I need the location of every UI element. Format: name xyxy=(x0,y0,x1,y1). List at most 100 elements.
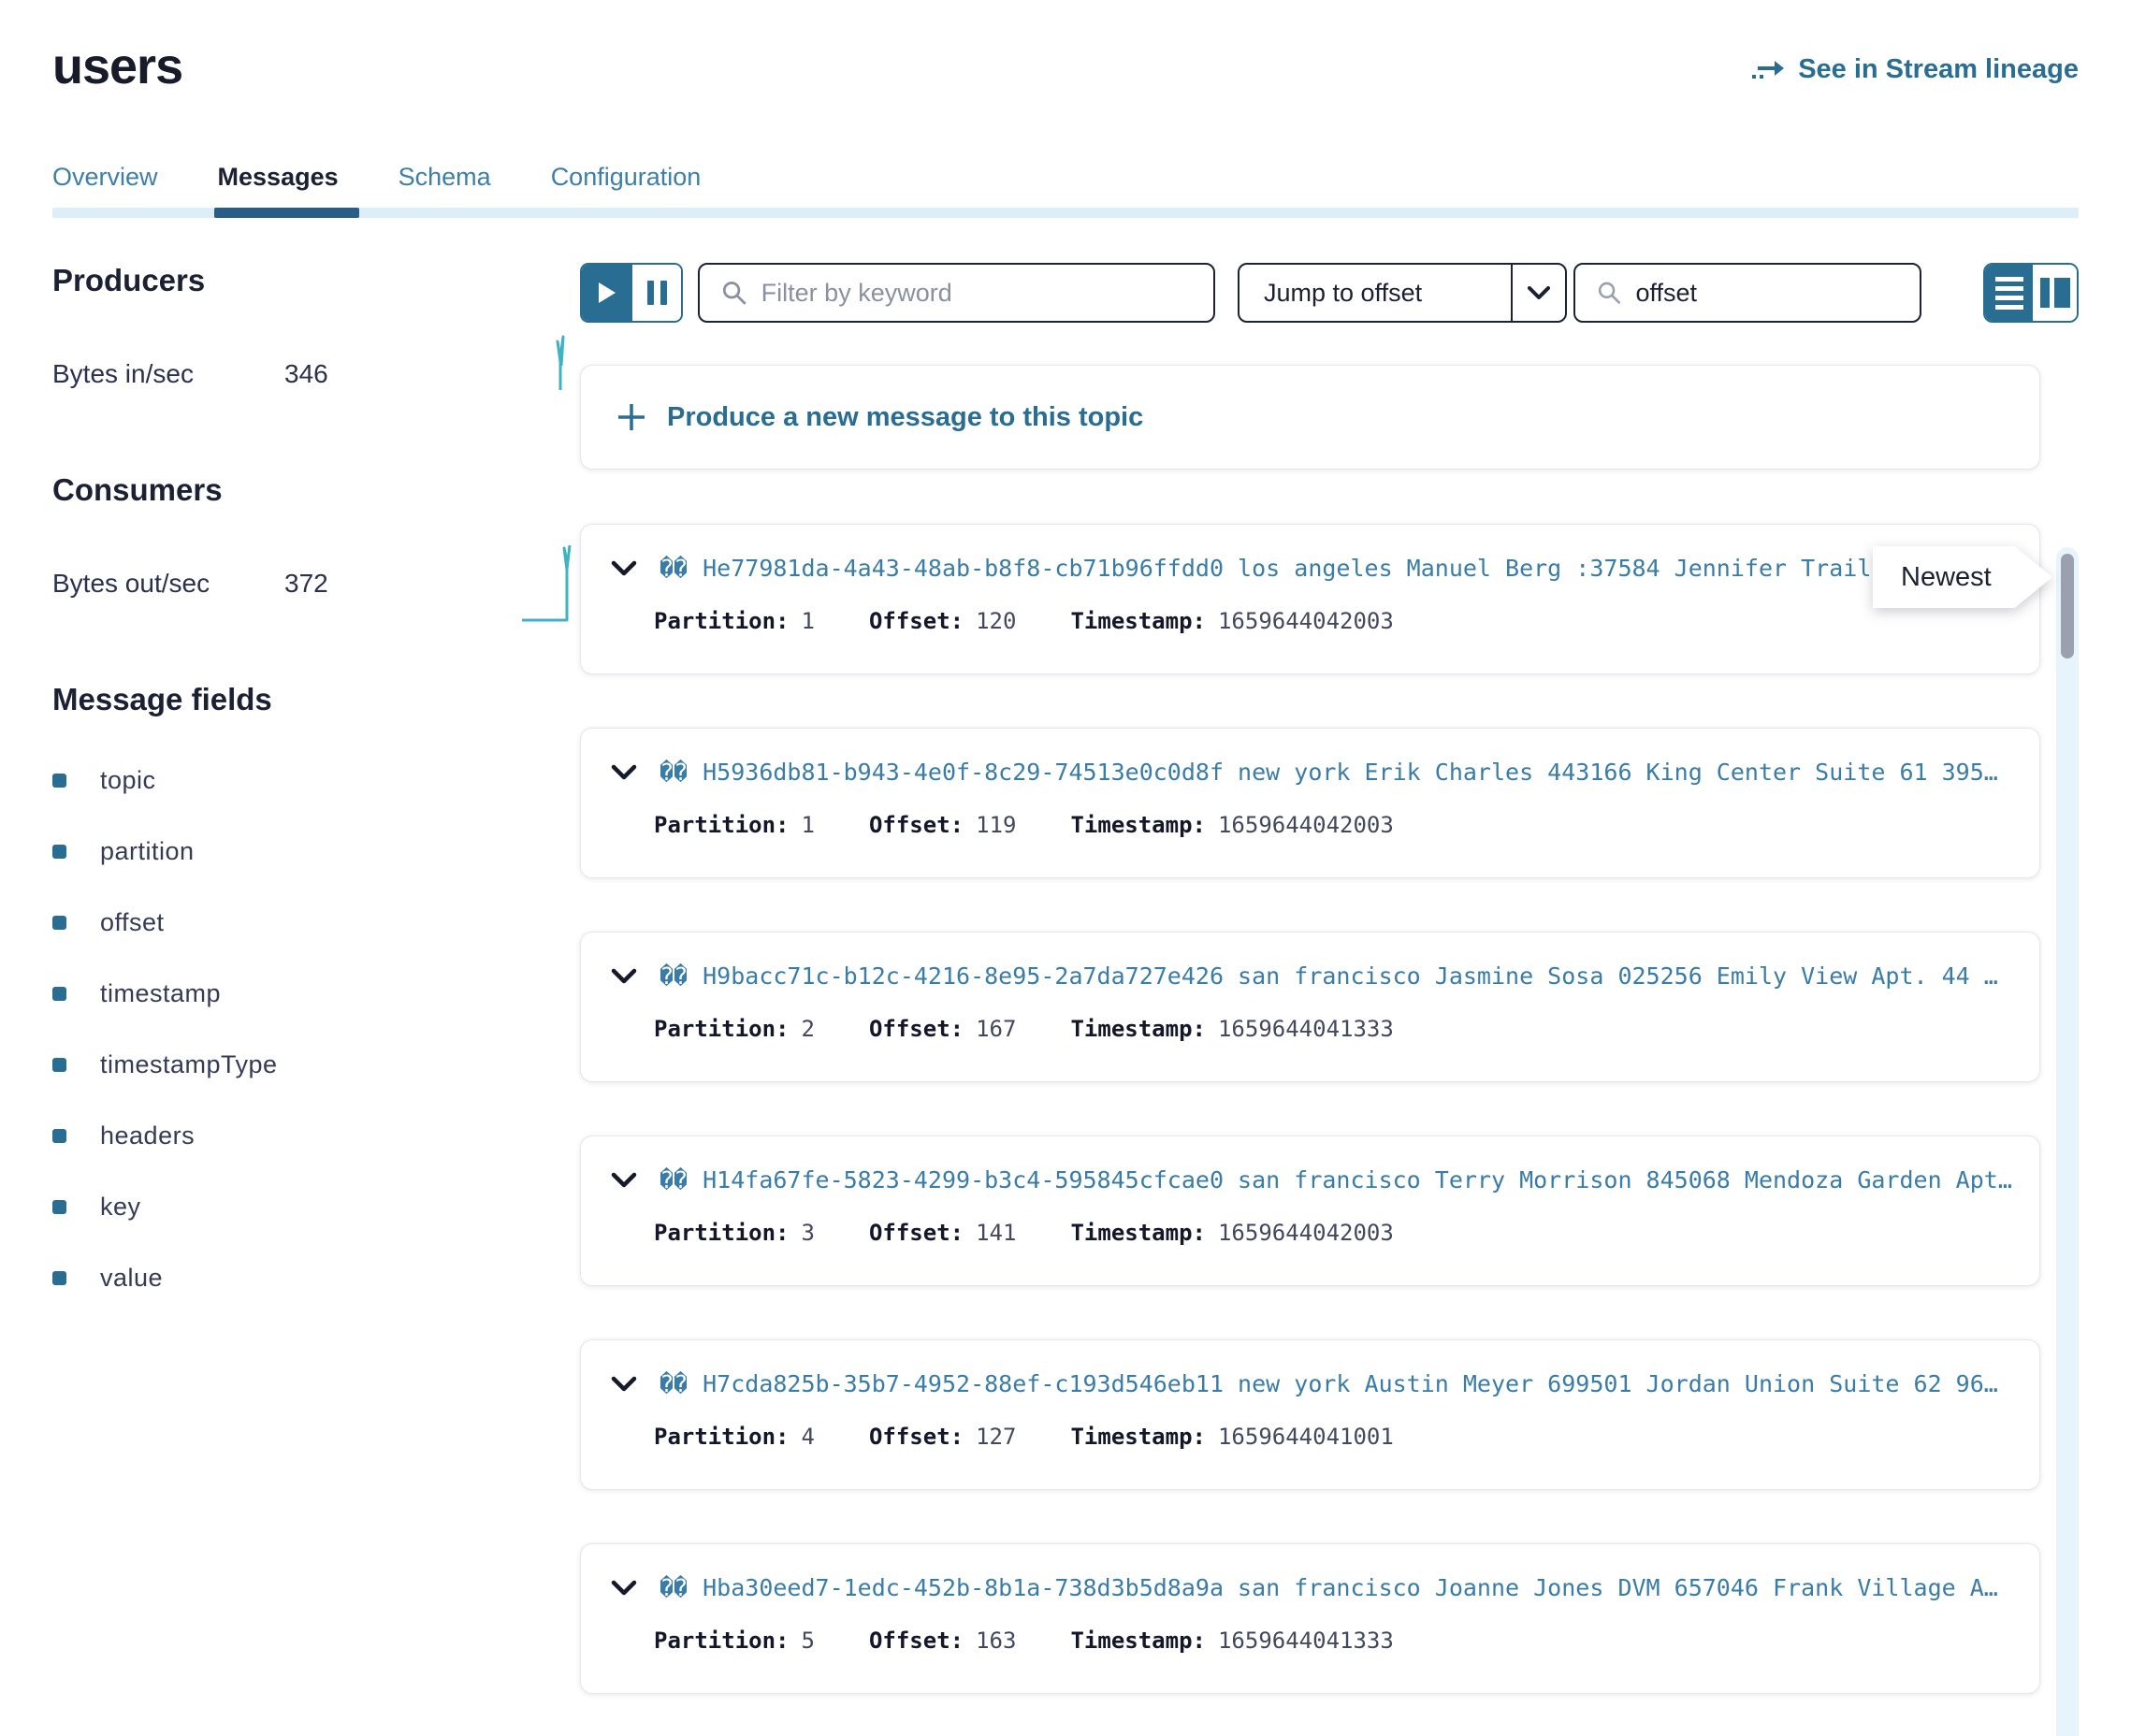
timestamp-label: Timestamp: xyxy=(1070,812,1206,838)
keyword-filter-input[interactable] xyxy=(761,279,1191,308)
message-row[interactable]: �� H14fa67fe-5823-4299-b3c4-595845cfcae0… xyxy=(580,1136,2040,1286)
tab-configuration-label: Configuration xyxy=(551,163,702,191)
play-button[interactable] xyxy=(582,265,632,321)
offset-value: 141 xyxy=(976,1220,1016,1246)
partition-label: Partition: xyxy=(654,1424,790,1450)
split-view-button[interactable] xyxy=(2033,265,2077,321)
timestamp-label: Timestamp: xyxy=(1070,1424,1206,1450)
consumers-heading: Consumers xyxy=(52,472,580,508)
split-view-icon xyxy=(2040,278,2050,308)
message-row[interactable]: �� He77981da-4a43-48ab-b8f8-cb71b96ffdd0… xyxy=(580,524,2040,674)
partition-label: Partition: xyxy=(654,608,790,634)
partition-value: 4 xyxy=(802,1424,815,1450)
messages-toolbar: Jump to offset xyxy=(580,263,2079,323)
unknown-glyph: �� xyxy=(660,962,688,990)
field-bullet-icon xyxy=(52,845,66,859)
partition-label: Partition: xyxy=(654,1220,790,1246)
field-item-topic[interactable]: topic xyxy=(52,766,580,795)
chevron-down-icon[interactable] xyxy=(611,968,637,985)
sidebar: Producers Bytes in/sec 346 Consumers Byt… xyxy=(52,263,580,1694)
message-key-row: �� H7cda825b-35b7-4952-88ef-c193d546eb11… xyxy=(611,1370,2011,1397)
offset-search xyxy=(1573,263,1921,323)
timestamp-label: Timestamp: xyxy=(1070,608,1206,634)
message-fields-heading: Message fields xyxy=(52,682,580,717)
bytes-out-row: Bytes out/sec 372 xyxy=(52,543,580,624)
unknown-glyph: �� xyxy=(660,1166,688,1194)
topic-page: users See in Stream lineage Overview Mes… xyxy=(0,0,2131,1694)
field-label: timestampType xyxy=(100,1050,278,1079)
message-key-row: �� He77981da-4a43-48ab-b8f8-cb71b96ffdd0… xyxy=(611,555,2011,582)
message-key-row: �� H14fa67fe-5823-4299-b3c4-595845cfcae0… xyxy=(611,1166,2011,1194)
field-bullet-icon xyxy=(52,1200,66,1214)
message-row[interactable]: �� Hba30eed7-1edc-452b-8b1a-738d3b5d8a9a… xyxy=(580,1543,2040,1694)
message-key: H5936db81-b943-4e0f-8c29-74513e0c0d8f ne… xyxy=(703,759,1998,786)
tab-messages[interactable]: Messages xyxy=(218,163,339,218)
message-fields-list: topic partition offset timestamp timesta… xyxy=(52,766,580,1293)
select-chevron-area[interactable] xyxy=(1511,265,1565,321)
partition-value: 1 xyxy=(802,812,815,838)
field-item-partition[interactable]: partition xyxy=(52,837,580,866)
pause-icon xyxy=(647,281,654,305)
offset-label: Offset: xyxy=(869,1628,964,1654)
producers-heading: Producers xyxy=(52,263,580,298)
offset-value: 119 xyxy=(976,812,1016,838)
partition-value: 1 xyxy=(802,608,815,634)
bytes-in-row: Bytes in/sec 346 xyxy=(52,334,580,414)
timestamp-label: Timestamp: xyxy=(1070,1016,1206,1042)
chevron-down-icon[interactable] xyxy=(611,764,637,781)
chevron-down-icon[interactable] xyxy=(611,560,637,577)
newest-tooltip-label: Newest xyxy=(1901,562,1992,593)
stream-lineage-label: See in Stream lineage xyxy=(1798,54,2079,85)
unknown-glyph: �� xyxy=(660,1370,688,1397)
chevron-down-icon[interactable] xyxy=(611,1172,637,1189)
scrollbar-thumb[interactable] xyxy=(2061,554,2074,658)
message-row[interactable]: �� H7cda825b-35b7-4952-88ef-c193d546eb11… xyxy=(580,1339,2040,1490)
field-item-headers[interactable]: headers xyxy=(52,1121,580,1150)
tab-overview-label: Overview xyxy=(52,163,158,191)
field-item-timestamp[interactable]: timestamp xyxy=(52,979,580,1008)
jump-to-offset-select[interactable]: Jump to offset xyxy=(1238,263,1567,323)
field-bullet-icon xyxy=(52,1271,66,1285)
partition-label: Partition: xyxy=(654,1016,790,1042)
list-view-button[interactable] xyxy=(1985,265,2033,321)
bytes-in-label: Bytes in/sec xyxy=(52,359,284,389)
message-row[interactable]: �� H9bacc71c-b12c-4216-8e95-2a7da727e426… xyxy=(580,932,2040,1082)
field-item-timestampType[interactable]: timestampType xyxy=(52,1050,580,1079)
search-icon xyxy=(722,280,747,306)
pause-button[interactable] xyxy=(632,265,681,321)
message-meta: Partition:1 Offset:119 Timestamp:1659644… xyxy=(654,812,2011,838)
offset-label: Offset: xyxy=(869,1424,964,1450)
timestamp-value: 1659644041333 xyxy=(1218,1628,1394,1654)
stream-lineage-icon xyxy=(1751,57,1785,83)
message-key-row: �� H5936db81-b943-4e0f-8c29-74513e0c0d8f… xyxy=(611,759,2011,786)
field-label: offset xyxy=(100,908,165,937)
message-row[interactable]: �� H5936db81-b943-4e0f-8c29-74513e0c0d8f… xyxy=(580,728,2040,878)
stream-lineage-link[interactable]: See in Stream lineage xyxy=(1751,54,2079,85)
play-icon xyxy=(598,282,616,304)
timestamp-value: 1659644041001 xyxy=(1218,1424,1394,1450)
partition-value: 2 xyxy=(802,1016,815,1042)
chevron-down-icon[interactable] xyxy=(611,1376,637,1393)
play-pause-toggle xyxy=(580,263,683,323)
partition-value: 5 xyxy=(802,1628,815,1654)
tab-bar: Overview Messages Schema Configuration xyxy=(52,163,2079,218)
field-label: timestamp xyxy=(100,979,221,1008)
search-icon xyxy=(1598,280,1620,306)
produce-message-button[interactable]: Produce a new message to this topic xyxy=(580,365,2040,470)
field-item-offset[interactable]: offset xyxy=(52,908,580,937)
message-meta: Partition:5 Offset:163 Timestamp:1659644… xyxy=(654,1628,2011,1654)
produce-message-label: Produce a new message to this topic xyxy=(667,402,1143,433)
message-meta: Partition:3 Offset:141 Timestamp:1659644… xyxy=(654,1220,2011,1246)
field-item-key[interactable]: key xyxy=(52,1193,580,1222)
view-mode-toggle xyxy=(1983,263,2079,323)
timestamp-value: 1659644041333 xyxy=(1218,1016,1394,1042)
chevron-down-icon xyxy=(1528,286,1550,300)
offset-search-input[interactable] xyxy=(1635,279,1897,308)
chevron-down-icon[interactable] xyxy=(611,1580,637,1597)
field-label: headers xyxy=(100,1121,195,1150)
message-meta: Partition:2 Offset:167 Timestamp:1659644… xyxy=(654,1016,2011,1042)
field-item-value[interactable]: value xyxy=(52,1264,580,1293)
timestamp-value: 1659644042003 xyxy=(1218,1220,1394,1246)
keyword-filter xyxy=(698,263,1215,323)
scrollbar-track[interactable] xyxy=(2056,547,2079,1736)
